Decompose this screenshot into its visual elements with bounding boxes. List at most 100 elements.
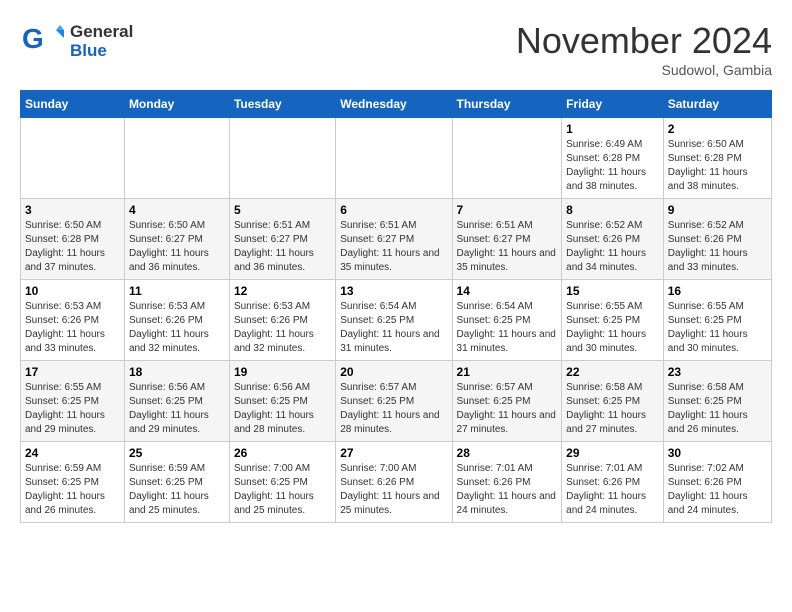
day-number: 21 bbox=[457, 365, 558, 379]
day-info: Sunrise: 6:51 AM Sunset: 6:27 PM Dayligh… bbox=[234, 219, 331, 275]
weekday-header: Saturday bbox=[663, 91, 771, 118]
day-number: 16 bbox=[668, 284, 767, 298]
day-number: 18 bbox=[129, 365, 225, 379]
calendar-cell: 23 Sunrise: 6:58 AM Sunset: 6:25 PM Dayli… bbox=[663, 361, 771, 442]
day-info: Sunrise: 6:52 AM Sunset: 6:26 PM Dayligh… bbox=[566, 219, 659, 275]
calendar-table: SundayMondayTuesdayWednesdayThursdayFrid… bbox=[20, 90, 772, 523]
calendar-cell: 25 Sunrise: 6:59 AM Sunset: 6:25 PM Dayli… bbox=[124, 442, 229, 523]
day-number: 11 bbox=[129, 284, 225, 298]
day-info: Sunrise: 6:58 AM Sunset: 6:25 PM Dayligh… bbox=[668, 381, 767, 437]
day-info: Sunrise: 6:55 AM Sunset: 6:25 PM Dayligh… bbox=[566, 300, 659, 356]
day-number: 29 bbox=[566, 446, 659, 460]
day-number: 19 bbox=[234, 365, 331, 379]
day-number: 6 bbox=[340, 203, 447, 217]
day-number: 12 bbox=[234, 284, 331, 298]
day-info: Sunrise: 7:01 AM Sunset: 6:26 PM Dayligh… bbox=[566, 462, 659, 518]
calendar-cell: 26 Sunrise: 7:00 AM Sunset: 6:25 PM Dayli… bbox=[229, 442, 335, 523]
day-info: Sunrise: 6:50 AM Sunset: 6:27 PM Dayligh… bbox=[129, 219, 225, 275]
calendar-week-row: 1Sunrise: 6:49 AM Sunset: 6:28 PM Daylig… bbox=[21, 118, 772, 199]
day-number: 13 bbox=[340, 284, 447, 298]
day-info: Sunrise: 7:00 AM Sunset: 6:25 PM Dayligh… bbox=[234, 462, 331, 518]
day-info: Sunrise: 6:59 AM Sunset: 6:25 PM Dayligh… bbox=[25, 462, 120, 518]
day-info: Sunrise: 6:54 AM Sunset: 6:25 PM Dayligh… bbox=[340, 300, 447, 356]
day-number: 5 bbox=[234, 203, 331, 217]
day-number: 4 bbox=[129, 203, 225, 217]
calendar-cell bbox=[21, 118, 125, 199]
day-number: 9 bbox=[668, 203, 767, 217]
day-number: 8 bbox=[566, 203, 659, 217]
day-info: Sunrise: 6:53 AM Sunset: 6:26 PM Dayligh… bbox=[25, 300, 120, 356]
calendar-cell: 7Sunrise: 6:51 AM Sunset: 6:27 PM Daylig… bbox=[452, 199, 562, 280]
day-info: Sunrise: 6:53 AM Sunset: 6:26 PM Dayligh… bbox=[234, 300, 331, 356]
weekday-header: Sunday bbox=[21, 91, 125, 118]
day-info: Sunrise: 6:58 AM Sunset: 6:25 PM Dayligh… bbox=[566, 381, 659, 437]
calendar-week-row: 3 Sunrise: 6:50 AM Sunset: 6:28 PM Daylig… bbox=[21, 199, 772, 280]
calendar-cell: 19 Sunrise: 6:56 AM Sunset: 6:25 PM Dayli… bbox=[229, 361, 335, 442]
day-info: Sunrise: 6:56 AM Sunset: 6:25 PM Dayligh… bbox=[234, 381, 331, 437]
day-info: Sunrise: 6:53 AM Sunset: 6:26 PM Dayligh… bbox=[129, 300, 225, 356]
svg-text:G: G bbox=[22, 23, 44, 54]
day-info: Sunrise: 6:50 AM Sunset: 6:28 PM Dayligh… bbox=[668, 138, 767, 194]
day-info: Sunrise: 6:49 AM Sunset: 6:28 PM Dayligh… bbox=[566, 138, 659, 194]
day-info: Sunrise: 7:00 AM Sunset: 6:26 PM Dayligh… bbox=[340, 462, 447, 518]
calendar-cell: 8 Sunrise: 6:52 AM Sunset: 6:26 PM Daylig… bbox=[562, 199, 664, 280]
calendar-cell: 20 Sunrise: 6:57 AM Sunset: 6:25 PM Dayli… bbox=[336, 361, 452, 442]
day-info: Sunrise: 6:51 AM Sunset: 6:27 PM Dayligh… bbox=[457, 219, 558, 275]
calendar-cell: 11 Sunrise: 6:53 AM Sunset: 6:26 PM Dayli… bbox=[124, 280, 229, 361]
weekday-header: Monday bbox=[124, 91, 229, 118]
calendar-cell: 16 Sunrise: 6:55 AM Sunset: 6:25 PM Dayli… bbox=[663, 280, 771, 361]
weekday-header: Friday bbox=[562, 91, 664, 118]
calendar-cell: 22 Sunrise: 6:58 AM Sunset: 6:25 PM Dayli… bbox=[562, 361, 664, 442]
calendar-cell: 12 Sunrise: 6:53 AM Sunset: 6:26 PM Dayli… bbox=[229, 280, 335, 361]
day-info: Sunrise: 6:57 AM Sunset: 6:25 PM Dayligh… bbox=[340, 381, 447, 437]
calendar-cell: 5 Sunrise: 6:51 AM Sunset: 6:27 PM Daylig… bbox=[229, 199, 335, 280]
calendar-cell: 6 Sunrise: 6:51 AM Sunset: 6:27 PM Daylig… bbox=[336, 199, 452, 280]
weekday-header-row: SundayMondayTuesdayWednesdayThursdayFrid… bbox=[21, 91, 772, 118]
calendar-cell: 24 Sunrise: 6:59 AM Sunset: 6:25 PM Dayli… bbox=[21, 442, 125, 523]
page: G General Blue November 2024 Sudowol, Ga… bbox=[0, 0, 792, 533]
calendar-cell: 10Sunrise: 6:53 AM Sunset: 6:26 PM Dayli… bbox=[21, 280, 125, 361]
calendar-cell: 15 Sunrise: 6:55 AM Sunset: 6:25 PM Dayli… bbox=[562, 280, 664, 361]
header: G General Blue November 2024 Sudowol, Ga… bbox=[20, 20, 772, 78]
day-info: Sunrise: 7:02 AM Sunset: 6:26 PM Dayligh… bbox=[668, 462, 767, 518]
weekday-header: Wednesday bbox=[336, 91, 452, 118]
day-number: 22 bbox=[566, 365, 659, 379]
logo-general: General bbox=[70, 23, 133, 42]
logo-icon: G bbox=[20, 20, 64, 64]
day-info: Sunrise: 7:01 AM Sunset: 6:26 PM Dayligh… bbox=[457, 462, 558, 518]
day-info: Sunrise: 6:51 AM Sunset: 6:27 PM Dayligh… bbox=[340, 219, 447, 275]
calendar-cell bbox=[452, 118, 562, 199]
calendar-cell: 21Sunrise: 6:57 AM Sunset: 6:25 PM Dayli… bbox=[452, 361, 562, 442]
calendar-cell: 28 Sunrise: 7:01 AM Sunset: 6:26 PM Dayli… bbox=[452, 442, 562, 523]
calendar-cell: 17 Sunrise: 6:55 AM Sunset: 6:25 PM Dayli… bbox=[21, 361, 125, 442]
day-info: Sunrise: 6:55 AM Sunset: 6:25 PM Dayligh… bbox=[668, 300, 767, 356]
weekday-header: Thursday bbox=[452, 91, 562, 118]
day-number: 30 bbox=[668, 446, 767, 460]
title-block: November 2024 Sudowol, Gambia bbox=[516, 20, 772, 78]
day-number: 3 bbox=[25, 203, 120, 217]
day-number: 25 bbox=[129, 446, 225, 460]
logo-text: General Blue bbox=[70, 23, 133, 60]
calendar-cell: 18 Sunrise: 6:56 AM Sunset: 6:25 PM Dayli… bbox=[124, 361, 229, 442]
day-info: Sunrise: 6:56 AM Sunset: 6:25 PM Dayligh… bbox=[129, 381, 225, 437]
day-info: Sunrise: 6:59 AM Sunset: 6:25 PM Dayligh… bbox=[129, 462, 225, 518]
calendar-cell: 3 Sunrise: 6:50 AM Sunset: 6:28 PM Daylig… bbox=[21, 199, 125, 280]
day-number: 2 bbox=[668, 122, 767, 136]
calendar-cell: 4 Sunrise: 6:50 AM Sunset: 6:27 PM Daylig… bbox=[124, 199, 229, 280]
calendar-cell: 14Sunrise: 6:54 AM Sunset: 6:25 PM Dayli… bbox=[452, 280, 562, 361]
day-number: 17 bbox=[25, 365, 120, 379]
day-number: 23 bbox=[668, 365, 767, 379]
day-number: 26 bbox=[234, 446, 331, 460]
calendar-cell bbox=[124, 118, 229, 199]
day-info: Sunrise: 6:50 AM Sunset: 6:28 PM Dayligh… bbox=[25, 219, 120, 275]
day-number: 20 bbox=[340, 365, 447, 379]
calendar-cell: 13 Sunrise: 6:54 AM Sunset: 6:25 PM Dayli… bbox=[336, 280, 452, 361]
calendar-cell bbox=[229, 118, 335, 199]
day-number: 24 bbox=[25, 446, 120, 460]
weekday-header: Tuesday bbox=[229, 91, 335, 118]
day-info: Sunrise: 6:55 AM Sunset: 6:25 PM Dayligh… bbox=[25, 381, 120, 437]
calendar-cell: 1Sunrise: 6:49 AM Sunset: 6:28 PM Daylig… bbox=[562, 118, 664, 199]
day-number: 15 bbox=[566, 284, 659, 298]
logo: G General Blue bbox=[20, 20, 133, 64]
day-number: 28 bbox=[457, 446, 558, 460]
